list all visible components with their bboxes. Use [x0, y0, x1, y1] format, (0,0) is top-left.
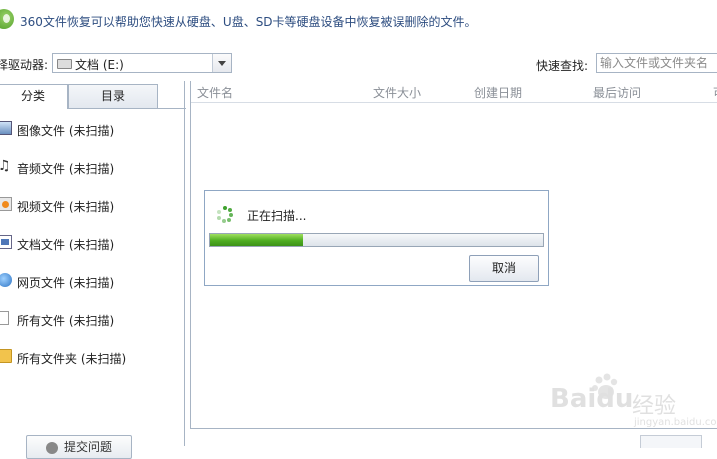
disk-drive-icon	[57, 59, 72, 69]
scan-dialog: 正在扫描... 取消	[204, 190, 549, 286]
tab-bar: 分类 目录	[0, 81, 186, 109]
category-item-all-files[interactable]: 所有文件 (未扫描)	[0, 305, 184, 343]
app-logo-icon	[0, 9, 14, 29]
column-header-name[interactable]: 文件名	[197, 84, 233, 101]
category-label: 音频文件 (未扫描)	[17, 162, 115, 176]
blank-file-icon	[0, 311, 9, 325]
web-file-icon	[0, 273, 12, 287]
column-header-recoverable[interactable]: 可	[713, 84, 717, 101]
category-label: 图像文件 (未扫描)	[17, 124, 115, 138]
scan-progress-fill	[210, 234, 303, 246]
document-file-icon	[0, 235, 12, 249]
video-file-icon	[0, 197, 12, 211]
quick-search-label: 快速查找:	[536, 59, 589, 73]
drive-label: 择驱动器:	[0, 58, 49, 72]
tab-category[interactable]: 分类	[0, 84, 68, 109]
column-header-size[interactable]: 文件大小	[373, 84, 421, 101]
category-label: 所有文件夹 (未扫描)	[17, 352, 127, 366]
category-item-all-folders[interactable]: 所有文件夹 (未扫描)	[0, 343, 184, 381]
drive-select[interactable]: 文档 (E:)	[52, 53, 232, 73]
toolbar: 择驱动器: 文档 (E:) 快速查找:	[0, 43, 717, 81]
category-list: 图像文件 (未扫描) ♫ 音频文件 (未扫描) 视频文件 (未扫描) 文档文件 …	[0, 115, 184, 381]
list-header: 文件名 文件大小 创建日期 最后访问 可	[191, 81, 717, 103]
music-note-icon: ♫	[0, 158, 11, 174]
column-header-last-access[interactable]: 最后访问	[593, 84, 641, 101]
category-label: 文档文件 (未扫描)	[17, 238, 115, 252]
feedback-icon	[45, 441, 58, 454]
category-label: 网页文件 (未扫描)	[17, 276, 115, 290]
loading-spinner-icon	[217, 206, 233, 223]
cancel-button[interactable]: 取消	[469, 255, 539, 282]
bottom-bar	[190, 428, 717, 448]
column-header-created[interactable]: 创建日期	[474, 84, 522, 101]
folder-icon	[0, 349, 12, 363]
category-item-documents[interactable]: 文档文件 (未扫描)	[0, 229, 184, 267]
banner-message: 360文件恢复可以帮助您快速从硬盘、U盘、SD卡等硬盘设备中恢复被误删除的文件。	[20, 15, 477, 29]
bottom-action-button[interactable]	[640, 435, 702, 448]
submit-issue-label: 提交问题	[63, 440, 112, 454]
category-item-audio[interactable]: ♫ 音频文件 (未扫描)	[0, 153, 184, 191]
tab-directory[interactable]: 目录	[68, 84, 158, 108]
image-file-icon	[0, 121, 12, 135]
drive-value: 文档 (E:)	[75, 58, 124, 72]
quick-search-input[interactable]	[596, 53, 717, 73]
left-panel: 分类 目录 图像文件 (未扫描) ♫ 音频文件 (未扫描) 视频文件 (未扫描)…	[0, 81, 186, 459]
chevron-down-icon[interactable]	[212, 54, 231, 72]
category-item-web[interactable]: 网页文件 (未扫描)	[0, 267, 184, 305]
top-banner: 360文件恢复可以帮助您快速从硬盘、U盘、SD卡等硬盘设备中恢复被误删除的文件。	[0, 0, 717, 44]
submit-issue-button[interactable]: 提交问题	[26, 435, 132, 459]
category-label: 所有文件 (未扫描)	[17, 314, 115, 328]
scan-progress-bar	[209, 233, 544, 247]
scan-status-text: 正在扫描...	[247, 209, 307, 223]
category-label: 视频文件 (未扫描)	[17, 200, 115, 214]
category-item-video[interactable]: 视频文件 (未扫描)	[0, 191, 184, 229]
category-item-images[interactable]: 图像文件 (未扫描)	[0, 115, 184, 153]
